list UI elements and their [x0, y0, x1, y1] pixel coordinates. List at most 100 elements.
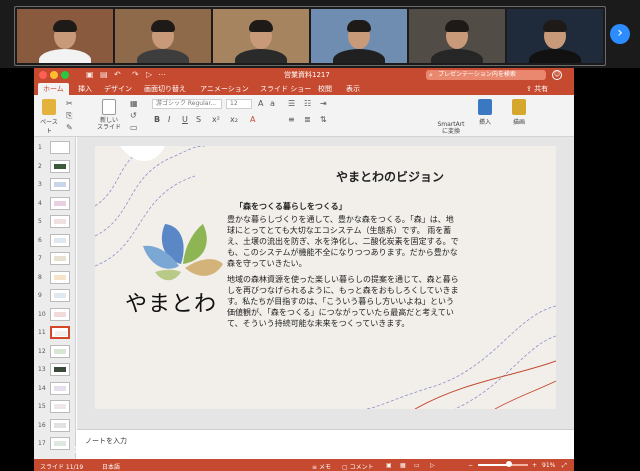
participant-tile[interactable] — [507, 9, 603, 63]
tab-view[interactable]: 表示 — [346, 84, 360, 94]
font-size-select[interactable]: 12 — [226, 99, 252, 109]
insert-icon — [478, 99, 492, 115]
slide-thumbnail[interactable]: 7 — [34, 252, 76, 266]
participant-tile[interactable] — [311, 9, 407, 63]
share-button[interactable]: ⇪ 共有 — [526, 84, 548, 94]
tab-design[interactable]: デザイン — [104, 84, 132, 94]
save-icon[interactable]: ▤ — [100, 70, 108, 79]
smartart-button[interactable]: SmartArt に変換 — [436, 121, 466, 135]
slide-thumbnail[interactable]: 8 — [34, 270, 76, 285]
zoom-slider[interactable] — [478, 461, 528, 467]
draw-button[interactable]: 描画 — [508, 99, 530, 126]
numbering-icon[interactable]: ☷ — [304, 99, 311, 108]
section-icon[interactable]: ▭ — [130, 123, 138, 132]
slide-canvas: やまとわのビジョン 「森をつくる暮らしをつくる」 豊かな暮らしづくりを通して、豊… — [77, 137, 574, 429]
strikethrough-icon[interactable]: S — [196, 115, 201, 124]
slide-thumbnail[interactable]: 16 — [34, 418, 76, 433]
format-painter-icon[interactable]: ✎ — [66, 123, 73, 132]
participant-tile[interactable] — [17, 9, 113, 63]
align-left-icon[interactable]: ≡ — [288, 115, 295, 124]
tab-review[interactable]: 校閲 — [318, 84, 332, 94]
participant-hair — [543, 20, 567, 32]
zoom-in-icon[interactable]: + — [532, 462, 537, 469]
slide-thumbnail[interactable]: 6 — [34, 233, 76, 248]
paragraph-line: 地域の森林資源を使った楽しい暮らしの提案を通じて、森と暮ら — [227, 275, 459, 284]
tab-transitions[interactable]: 画面切り替え — [144, 84, 186, 94]
slide-thumbnail[interactable]: 9 — [34, 289, 76, 303]
slide-thumbnail[interactable]: 5 — [34, 215, 76, 229]
tab-animations[interactable]: アニメーション — [200, 84, 249, 94]
normal-view-icon[interactable]: ▣ — [386, 462, 392, 469]
language[interactable]: 日本語 — [102, 462, 120, 471]
reading-view-icon[interactable]: ▭ — [414, 462, 420, 469]
layout-icon[interactable]: ▦ — [130, 99, 138, 108]
reset-icon[interactable]: ↺ — [130, 111, 137, 120]
fit-slide-icon[interactable]: ⤢ — [562, 462, 567, 470]
bullets-icon[interactable]: ☰ — [288, 99, 295, 108]
italic-icon[interactable]: I — [168, 115, 170, 124]
slide-thumbnail[interactable]: 17 — [34, 437, 76, 451]
undo-icon[interactable]: ↶ — [114, 70, 121, 79]
participant-body — [235, 49, 287, 63]
notes-pane[interactable]: ノートを入力 — [77, 429, 574, 459]
copy-icon[interactable]: ⎘ — [66, 111, 72, 121]
zoom-slider-knob[interactable] — [506, 461, 512, 467]
align-center-icon[interactable]: ≣ — [304, 115, 311, 124]
indent-icon[interactable]: ⇥ — [320, 99, 327, 108]
memo-button[interactable]: ≡ メモ — [312, 462, 331, 471]
next-page-button[interactable]: › — [610, 24, 630, 44]
shrink-font-icon[interactable]: a — [270, 99, 275, 108]
comment-button[interactable]: ▢ コメント — [342, 462, 374, 471]
grow-font-icon[interactable]: A — [258, 99, 263, 108]
bold-icon[interactable]: B — [154, 115, 160, 124]
slide-thumbnail[interactable]: 1 — [34, 141, 76, 155]
slide-thumbnail[interactable]: 13 — [34, 363, 76, 377]
paste-button[interactable]: ペースト — [38, 99, 60, 135]
slide-thumbnail[interactable]: 14 — [34, 381, 76, 396]
customize-icon[interactable]: ⋯ — [158, 70, 166, 79]
slide-thumbnail[interactable]: 11 — [34, 326, 76, 340]
slide-number: 2 — [38, 162, 42, 170]
insert-button[interactable]: 挿入 — [474, 99, 496, 126]
slideshow-icon[interactable]: ▷ — [146, 70, 152, 79]
slide-number: 11 — [38, 329, 46, 336]
subscript-icon[interactable]: x₂ — [230, 115, 238, 124]
account-avatar[interactable]: ☺ — [552, 70, 562, 80]
sorter-view-icon[interactable]: ▦ — [400, 462, 406, 469]
new-slide-button[interactable]: 新しい スライド — [94, 99, 124, 131]
redo-icon[interactable]: ↷ — [132, 70, 139, 79]
font-family-select[interactable]: 游ゴシック Regular... — [152, 99, 222, 109]
slide-thumbnail[interactable]: 3 — [34, 178, 76, 192]
thumbnail-content — [54, 145, 66, 150]
participant-body — [529, 49, 581, 63]
cut-icon[interactable]: ✂ — [66, 99, 73, 108]
slideshow-view-icon[interactable]: ▷ — [430, 462, 435, 469]
slide-thumbnail[interactable]: 12 — [34, 344, 76, 359]
superscript-icon[interactable]: x² — [212, 115, 220, 124]
participant-tile[interactable] — [213, 9, 309, 63]
participant-tile[interactable] — [409, 9, 505, 63]
slide-number: 4 — [38, 199, 42, 207]
tab-insert[interactable]: 挿入 — [78, 84, 92, 94]
font-color-icon[interactable]: A — [250, 115, 255, 124]
slide-thumbnail[interactable]: 15 — [34, 400, 76, 414]
slide[interactable]: やまとわのビジョン 「森をつくる暮らしをつくる」 豊かな暮らしづくりを通して、豊… — [95, 146, 556, 409]
participant-tile[interactable] — [115, 9, 211, 63]
sidebar-icon[interactable]: ▣ — [86, 70, 94, 79]
slide-title: やまとわのビジョン — [335, 170, 444, 184]
slide-thumbnail[interactable]: 4 — [34, 196, 76, 211]
zoom-out-icon[interactable]: − — [468, 462, 473, 469]
tab-slideshow[interactable]: スライド ショー — [260, 84, 311, 94]
minimize-window-button[interactable] — [50, 71, 58, 79]
paragraph-line: も、このシステムが機能不全になりつつあります。だから豊かな — [227, 248, 458, 257]
underline-icon[interactable]: U — [182, 115, 188, 124]
zoom-window-button[interactable] — [61, 71, 69, 79]
slide-thumbnail[interactable]: 10 — [34, 307, 76, 322]
participant-strip: › — [0, 0, 640, 68]
search-input[interactable]: ⌕ プレゼンテーション内を検索 — [426, 70, 546, 80]
tab-home[interactable]: ホーム — [38, 83, 69, 95]
text-direction-icon[interactable]: ⇅ — [320, 115, 327, 124]
close-window-button[interactable] — [39, 71, 47, 79]
zoom-level[interactable]: 91% — [542, 462, 555, 469]
slide-thumbnail[interactable]: 2 — [34, 159, 76, 174]
